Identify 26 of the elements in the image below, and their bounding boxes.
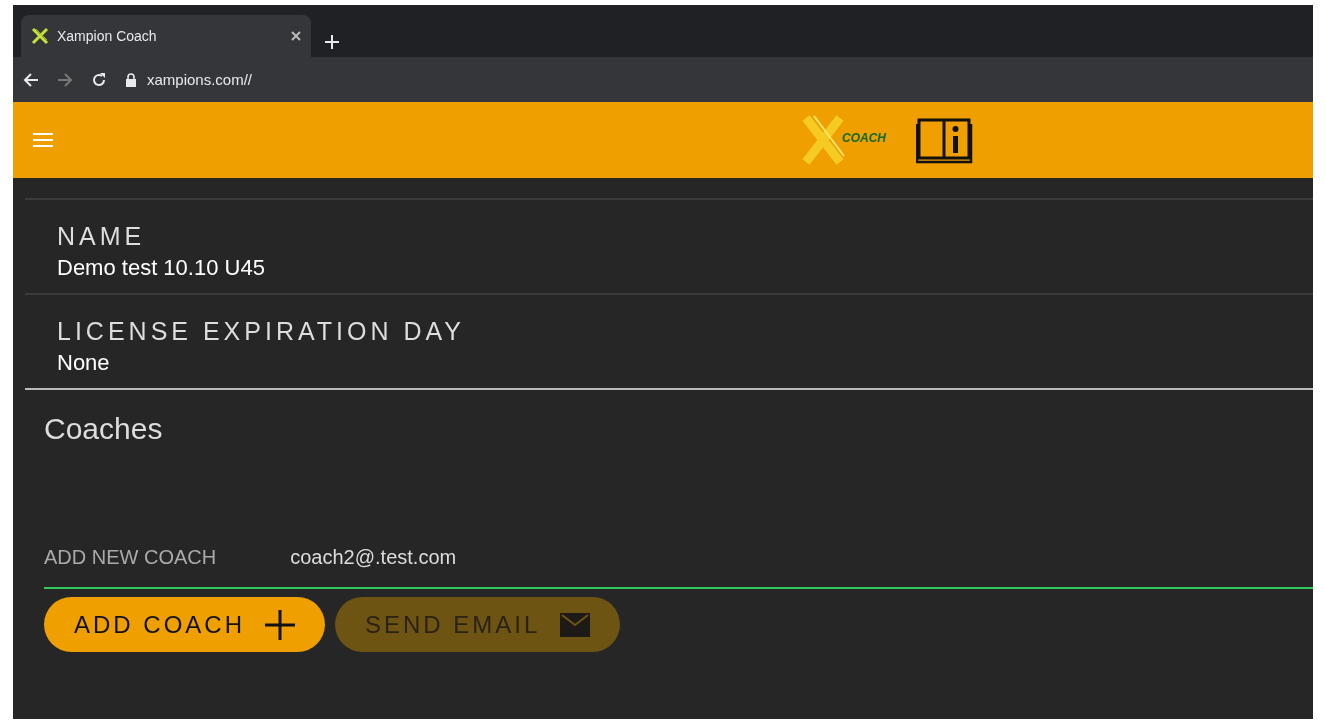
browser-tab[interactable]: Xampion Coach — [21, 15, 311, 57]
close-tab-button[interactable] — [291, 31, 301, 41]
logo-text: COACH — [842, 131, 886, 145]
url-text[interactable]: xampions.com// — [147, 71, 253, 88]
add-coach-button[interactable]: ADD COACH — [44, 597, 325, 652]
back-button[interactable] — [23, 71, 39, 88]
section-heading: Coaches — [44, 412, 164, 446]
field-value: Demo test 10.10 U45 — [57, 255, 266, 281]
field-value: None — [57, 350, 111, 376]
back-icon — [23, 71, 39, 88]
reload-button[interactable] — [91, 71, 107, 88]
new-tab-button[interactable] — [325, 35, 339, 49]
plus-icon — [265, 609, 295, 640]
plus-icon — [325, 35, 339, 49]
menu-icon — [33, 132, 53, 148]
tab-title: Xampion Coach — [57, 28, 158, 44]
forward-button[interactable] — [57, 71, 73, 88]
lock-icon — [125, 72, 137, 87]
forward-icon — [57, 71, 73, 88]
close-icon — [291, 31, 301, 41]
field-label: LICENSE EXPIRATION DAY — [57, 317, 466, 346]
field-label: NAME — [57, 222, 147, 251]
reload-icon — [91, 71, 107, 88]
coach-email-field[interactable]: ADD NEW COACH coach2@.test.com — [44, 546, 1313, 589]
x-logo-icon — [31, 27, 49, 45]
envelope-icon — [560, 610, 591, 639]
